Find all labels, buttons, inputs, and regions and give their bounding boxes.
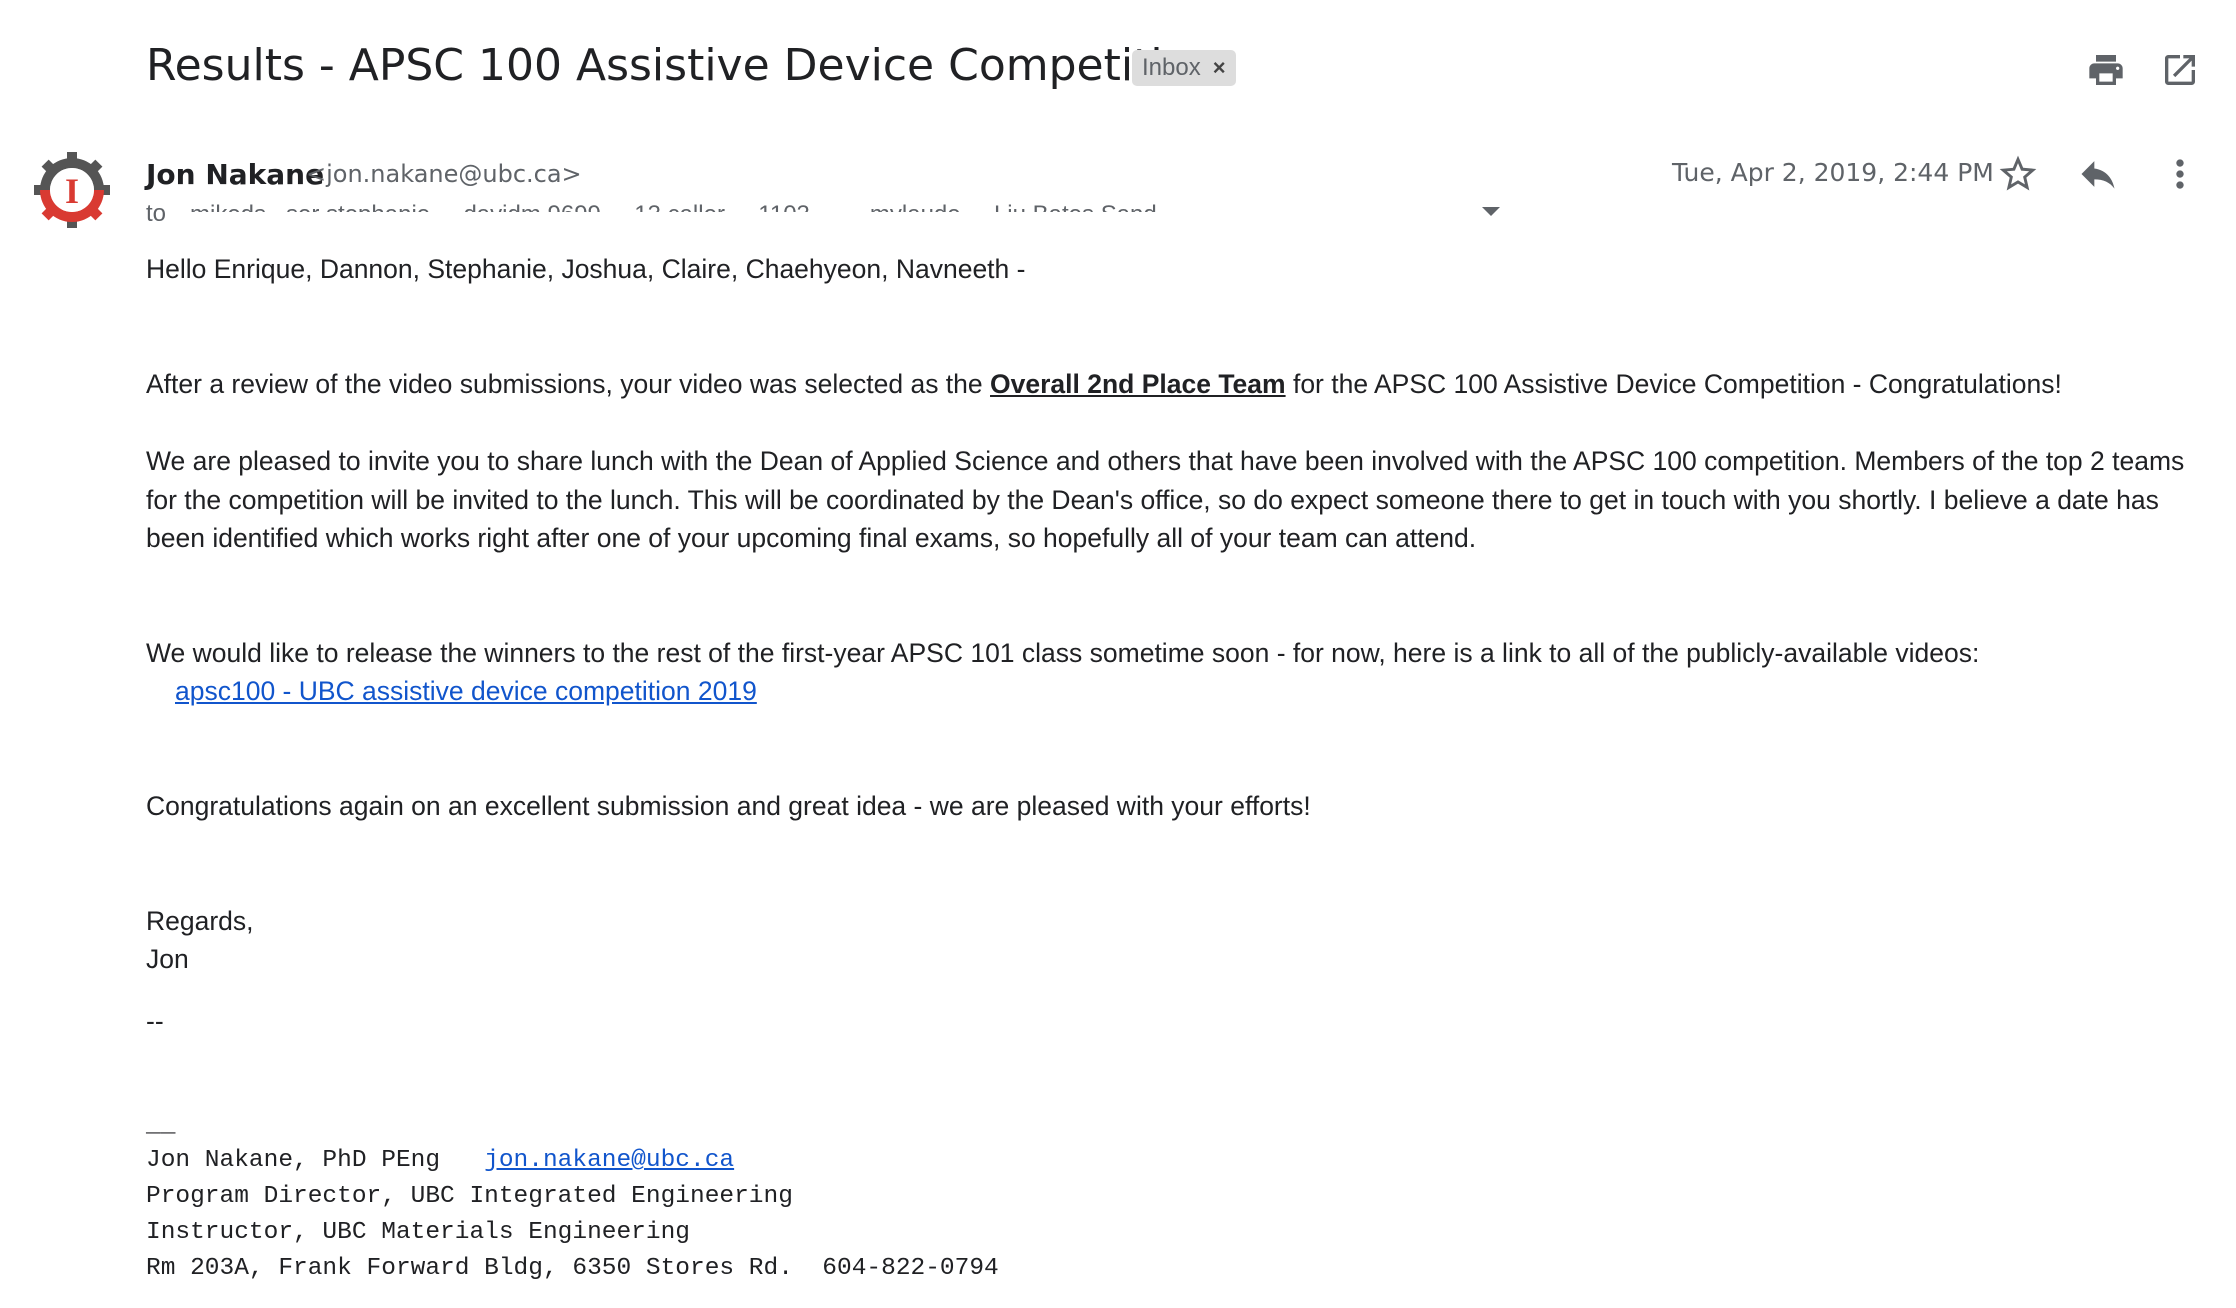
sender-name[interactable]: Jon Nakane [146,158,324,191]
paragraph-congrats: Congratulations again on an excellent su… [146,791,1311,821]
signature-line-instructor: Instructor, UBC Materials Engineering [146,1219,690,1246]
closing-name: Jon [146,944,189,974]
greeting: Hello Enrique, Dannon, Stephanie, Joshua… [146,254,1026,284]
svg-text:I: I [65,171,79,211]
inbox-label-chip[interactable]: Inbox × [1132,50,1236,86]
gear-logo-icon: I [34,152,110,228]
more-vert-icon[interactable] [2158,152,2202,196]
placement-highlight: Overall 2nd Place Team [990,369,1286,399]
email-subject: Results - APSC 100 Assistive Device Comp… [146,40,1218,91]
signature-rule: __ [146,1112,176,1139]
sender-email: <jon.nakane@ubc.ca> [306,160,582,188]
video-playlist-link[interactable]: apsc100 - UBC assistive device competiti… [175,676,757,706]
star-icon[interactable] [1996,152,2040,196]
signature-line-title: Program Director, UBC Integrated Enginee… [146,1183,793,1210]
signature-line-name: Jon Nakane, PhD PEng jon.nakane@ubc.ca [146,1147,735,1174]
print-icon[interactable] [2086,50,2126,90]
paragraph-result: After a review of the video submissions,… [146,369,2062,399]
signature-line-address: Rm 203A, Frank Forward Bldg, 6350 Stores… [146,1255,999,1282]
inbox-label-text: Inbox [1142,54,1201,81]
paragraph-lunch-line3: been identified which works right after … [146,523,1477,553]
reply-icon[interactable] [2076,152,2120,196]
paragraph-release: We would like to release the winners to … [146,638,1980,668]
signature-email-link[interactable]: jon.nakane@ubc.ca [484,1147,734,1174]
to-label: to [146,200,167,227]
paragraph-lunch-line1: We are pleased to invite you to share lu… [146,446,2185,476]
message-date: Tue, Apr 2, 2019, 2:44 PM [1672,158,1994,187]
show-details-caret-icon[interactable] [1482,207,1500,216]
paragraph-lunch-line2: for the competition will be invited to t… [146,485,2159,515]
remove-label-icon[interactable]: × [1213,55,1226,81]
recipients-list[interactable]: mikeds...ser stephanie ... davidm 9699 .… [190,198,1480,212]
open-in-new-window-icon[interactable] [2160,50,2200,90]
closing: Regards, [146,906,254,936]
signature-separator: -- [146,1006,164,1036]
